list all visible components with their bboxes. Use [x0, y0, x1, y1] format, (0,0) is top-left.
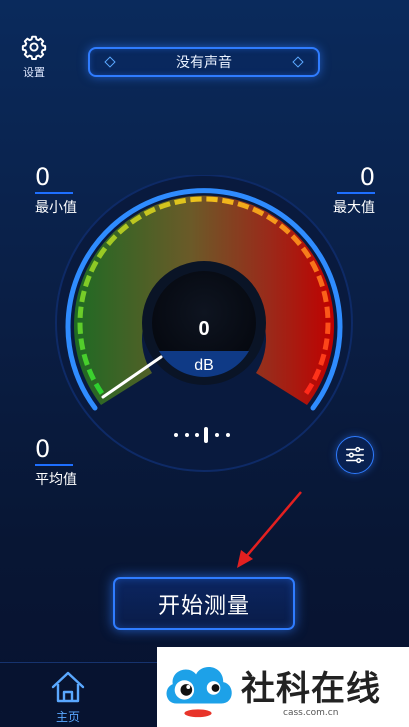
- gauge-tick: [158, 201, 171, 210]
- mode-dot: [215, 433, 219, 437]
- mode-dot: [226, 433, 230, 437]
- settings-label: 设置: [23, 66, 45, 79]
- gauge-tick: [190, 196, 202, 203]
- home-icon: [51, 671, 85, 703]
- nav-home-tab[interactable]: 主页: [40, 668, 96, 726]
- gauge-tick: [78, 338, 86, 351]
- avg-label: 平均值: [35, 472, 77, 488]
- gauge-tick: [81, 353, 90, 366]
- adjust-button[interactable]: [336, 436, 374, 474]
- mode-indicator[interactable]: [172, 425, 240, 445]
- gear-icon: [21, 35, 47, 60]
- gauge-tick: [174, 197, 187, 205]
- settings-button[interactable]: 设置: [16, 34, 52, 86]
- mode-dot: [185, 433, 189, 437]
- gauge-tick: [79, 290, 87, 303]
- watermark: 社科在线 cass.com.cn: [157, 647, 409, 727]
- avg-underline: [35, 464, 73, 466]
- gauge-tick: [321, 290, 329, 303]
- watermark-logo: [166, 667, 232, 718]
- start-measure-label: 开始测量: [157, 593, 250, 619]
- start-measure-button[interactable]: 开始测量: [113, 577, 295, 630]
- watermark-title: 社科在线: [241, 669, 381, 709]
- diamond-left-icon: [104, 56, 116, 68]
- gauge-value: 0: [198, 318, 209, 340]
- mode-dot-active: [204, 427, 208, 443]
- avg-stat: 0 平均值: [35, 436, 125, 489]
- gauge-tick: [221, 197, 234, 205]
- sound-status-indicator: 没有声音: [88, 47, 320, 77]
- avg-value: 0: [35, 435, 51, 463]
- gauge-tick: [206, 196, 218, 203]
- gauge-unit: dB: [194, 357, 214, 374]
- diamond-right-icon: [292, 56, 304, 68]
- mode-dot: [195, 433, 199, 437]
- gauge-tick: [237, 201, 250, 210]
- gauge-tick: [324, 306, 331, 318]
- gauge-tick: [318, 353, 327, 366]
- annotation-arrow: [237, 491, 302, 568]
- sound-status-text: 没有声音: [176, 55, 232, 71]
- nav-home-label: 主页: [55, 710, 80, 724]
- watermark-url: cass.com.cn: [283, 708, 339, 718]
- gauge-tick: [322, 338, 330, 351]
- mode-dot: [174, 433, 178, 437]
- gauge-tick: [77, 306, 84, 318]
- sliders-icon: [346, 446, 364, 464]
